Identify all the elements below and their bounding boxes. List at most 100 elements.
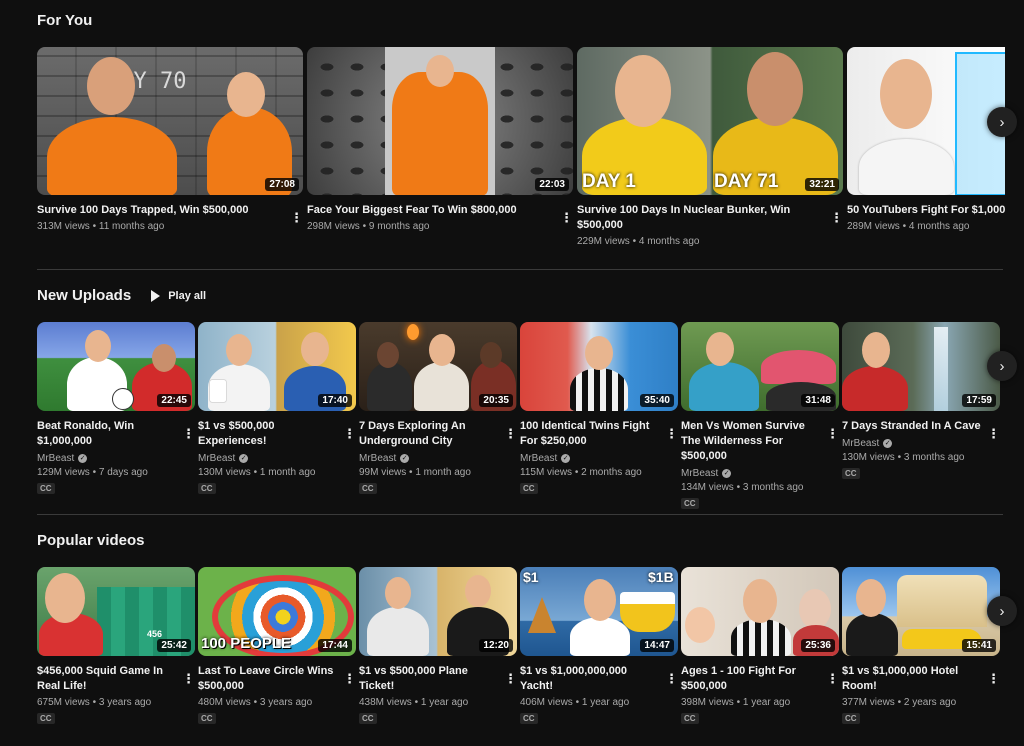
- thumbnail-figure: [862, 332, 890, 368]
- video-card[interactable]: 17:59 7 Days Stranded In A Cave ⋮ MrBeas…: [842, 322, 1000, 511]
- upload-age: 7 days ago: [98, 467, 148, 478]
- thumbnail-figure: [761, 350, 836, 384]
- video-card[interactable]: 22:45 Beat Ronaldo, Win $1,000,000 ⋮ MrB…: [37, 322, 195, 511]
- more-vert-icon[interactable]: ⋮: [504, 672, 517, 685]
- channel-name[interactable]: MrBeast ✓: [359, 453, 517, 464]
- view-count: 377M views: [842, 697, 895, 708]
- video-thumbnail[interactable]: 15:41: [842, 567, 1000, 656]
- channel-name[interactable]: MrBeast ✓: [520, 453, 678, 464]
- thumbnail-label: DAY 1: [582, 171, 636, 192]
- video-title[interactable]: $456,000 Squid Game In Real Life!: [37, 664, 195, 694]
- video-title[interactable]: Survive 100 Days Trapped, Win $500,000: [37, 203, 303, 218]
- video-title[interactable]: $1 vs $500,000 Experiences!: [198, 419, 356, 449]
- video-title[interactable]: $1 vs $500,000 Plane Ticket!: [359, 664, 517, 694]
- more-vert-icon[interactable]: ⋮: [182, 672, 195, 685]
- video-title[interactable]: 50 YouTubers Fight For $1,000,000: [847, 203, 1005, 218]
- video-title[interactable]: Last To Leave Circle Wins $500,000: [198, 664, 356, 694]
- channel-name[interactable]: MrBeast ✓: [37, 453, 195, 464]
- thumbnail-figure: [226, 334, 252, 366]
- video-thumbnail[interactable]: 22:45: [37, 322, 195, 411]
- video-thumbnail[interactable]: [847, 47, 1005, 195]
- video-title[interactable]: Face Your Biggest Fear To Win $800,000: [307, 203, 573, 218]
- more-vert-icon[interactable]: ⋮: [987, 672, 1000, 685]
- video-title[interactable]: 7 Days Stranded In A Cave: [842, 419, 1000, 434]
- video-meta: 130M views • 1 month ago: [198, 467, 316, 478]
- more-vert-icon[interactable]: ⋮: [830, 211, 843, 224]
- video-meta: 398M views • 1 year ago: [681, 697, 791, 708]
- play-all-button[interactable]: Play all: [151, 285, 206, 307]
- video-duration: 27:08: [265, 178, 299, 191]
- thumbnail-figure: [856, 579, 886, 617]
- video-card[interactable]: 12:20 $1 vs $500,000 Plane Ticket! ⋮ 438…: [359, 567, 517, 726]
- video-thumbnail[interactable]: 17:40: [198, 322, 356, 411]
- video-card[interactable]: 25:36 Ages 1 - 100 Fight For $500,000 ⋮ …: [681, 567, 839, 726]
- more-vert-icon[interactable]: ⋮: [826, 672, 839, 685]
- video-thumbnail[interactable]: DAY 1 DAY 71 32:21: [577, 47, 843, 195]
- video-duration: 20:35: [479, 394, 513, 407]
- video-meta: 130M views • 3 months ago: [842, 452, 965, 463]
- more-vert-icon[interactable]: ⋮: [343, 672, 356, 685]
- cc-badge: CC: [842, 713, 860, 724]
- video-thumbnail[interactable]: 25:36: [681, 567, 839, 656]
- video-thumbnail[interactable]: DAY 70 27:08: [37, 47, 303, 195]
- channel-name[interactable]: MrBeast ✓: [681, 468, 839, 479]
- chevron-right-icon[interactable]: ›: [987, 596, 1017, 626]
- more-vert-icon[interactable]: ⋮: [665, 672, 678, 685]
- video-duration: 32:21: [805, 178, 839, 191]
- chevron-right-icon[interactable]: ›: [987, 351, 1017, 381]
- video-card[interactable]: DAY 70 27:08 Survive 100 Days Trapped, W…: [37, 47, 303, 247]
- view-count: 438M views: [359, 697, 412, 708]
- video-card[interactable]: 35:40 100 Identical Twins Fight For $250…: [520, 322, 678, 511]
- view-count: 298M views: [307, 221, 360, 232]
- video-card[interactable]: 456 25:42 $456,000 Squid Game In Real Li…: [37, 567, 195, 726]
- video-meta: 438M views • 1 year ago: [359, 697, 469, 708]
- video-title[interactable]: $1 vs $1,000,000 Hotel Room!: [842, 664, 1000, 694]
- video-thumbnail[interactable]: 456 25:42: [37, 567, 195, 656]
- video-duration: 31:48: [801, 394, 835, 407]
- video-duration: 17:40: [318, 394, 352, 407]
- view-count: 134M views: [681, 482, 734, 493]
- video-card[interactable]: 31:48 Men Vs Women Survive The Wildernes…: [681, 322, 839, 511]
- video-thumbnail[interactable]: $1 $1B 14:47: [520, 567, 678, 656]
- channel-name[interactable]: MrBeast ✓: [198, 453, 356, 464]
- more-vert-icon[interactable]: ⋮: [560, 211, 573, 224]
- more-vert-icon[interactable]: ⋮: [182, 427, 195, 440]
- thumbnail-figure: [685, 607, 715, 643]
- more-vert-icon[interactable]: ⋮: [826, 427, 839, 440]
- video-title[interactable]: 7 Days Exploring An Underground City: [359, 419, 517, 449]
- video-thumbnail[interactable]: 35:40: [520, 322, 678, 411]
- video-title[interactable]: $1 vs $1,000,000,000 Yacht!: [520, 664, 678, 694]
- more-vert-icon[interactable]: ⋮: [987, 427, 1000, 440]
- video-title[interactable]: Men Vs Women Survive The Wilderness For …: [681, 419, 839, 464]
- video-card[interactable]: 15:41 $1 vs $1,000,000 Hotel Room! ⋮ 377…: [842, 567, 1000, 726]
- video-title[interactable]: Ages 1 - 100 Fight For $500,000: [681, 664, 839, 694]
- video-title[interactable]: 100 Identical Twins Fight For $250,000: [520, 419, 678, 449]
- video-card[interactable]: 17:40 $1 vs $500,000 Experiences! ⋮ MrBe…: [198, 322, 356, 511]
- video-card[interactable]: 100 PEOPLE 17:44 Last To Leave Circle Wi…: [198, 567, 356, 726]
- video-card[interactable]: $1 $1B 14:47 $1 vs $1,000,000,000 Yacht!…: [520, 567, 678, 726]
- video-card[interactable]: 20:35 7 Days Exploring An Underground Ci…: [359, 322, 517, 511]
- chevron-right-icon[interactable]: ›: [987, 107, 1017, 137]
- video-thumbnail[interactable]: 12:20: [359, 567, 517, 656]
- more-vert-icon[interactable]: ⋮: [504, 427, 517, 440]
- video-thumbnail[interactable]: 20:35: [359, 322, 517, 411]
- more-vert-icon[interactable]: ⋮: [343, 427, 356, 440]
- more-vert-icon[interactable]: ⋮: [665, 427, 678, 440]
- more-vert-icon[interactable]: ⋮: [290, 211, 303, 224]
- view-count: 115M views: [520, 467, 573, 478]
- video-card[interactable]: DAY 1 DAY 71 32:21 Survive 100 Days In N…: [577, 47, 843, 247]
- video-card[interactable]: 50 YouTubers Fight For $1,000,000 289M v…: [847, 47, 1005, 247]
- video-card[interactable]: 22:03 Face Your Biggest Fear To Win $800…: [307, 47, 573, 247]
- video-thumbnail[interactable]: 31:48: [681, 322, 839, 411]
- channel-name[interactable]: MrBeast ✓: [842, 438, 1000, 449]
- video-meta: 129M views • 7 days ago: [37, 467, 148, 478]
- view-count: 289M views: [847, 221, 900, 232]
- section-popular: Popular videos 456 25:42 $456,000 Squid …: [37, 530, 1003, 746]
- video-thumbnail[interactable]: 22:03: [307, 47, 573, 195]
- video-title[interactable]: Survive 100 Days In Nuclear Bunker, Win …: [577, 203, 843, 233]
- video-title[interactable]: Beat Ronaldo, Win $1,000,000: [37, 419, 195, 449]
- video-thumbnail[interactable]: 17:59: [842, 322, 1000, 411]
- thumbnail-figure: [385, 577, 411, 609]
- thumbnail-figure: [392, 72, 488, 195]
- video-thumbnail[interactable]: 100 PEOPLE 17:44: [198, 567, 356, 656]
